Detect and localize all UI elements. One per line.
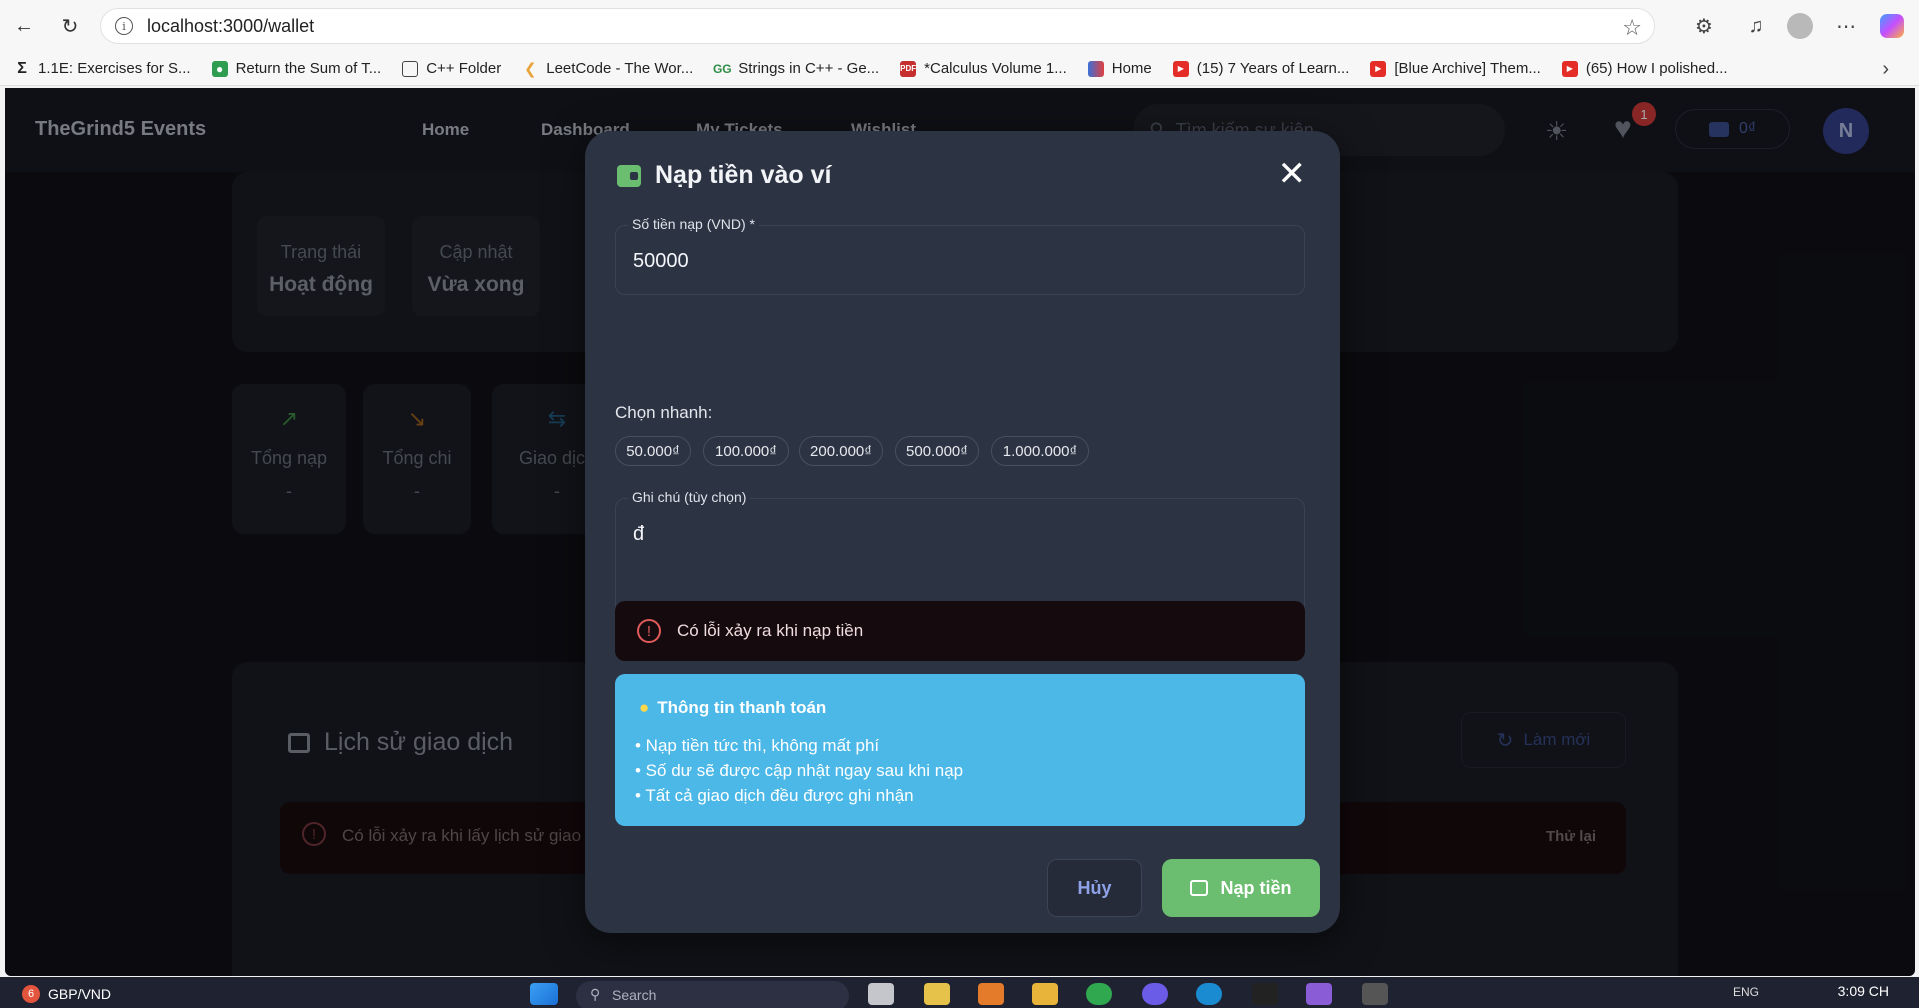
profile-icon[interactable] xyxy=(1786,12,1814,40)
quick-amount-chip[interactable]: 1.000.000₫ xyxy=(991,436,1089,466)
app-icon[interactable] xyxy=(1252,983,1278,1005)
leetcode-icon: ❮ xyxy=(523,60,537,78)
youtube-icon: ▶ xyxy=(1172,60,1189,77)
note-label: Ghi chú (tùy chọn) xyxy=(628,489,751,505)
payment-info-box: ● Thông tin thanh toán • Nạp tiền tức th… xyxy=(615,674,1305,826)
bookmark-item[interactable]: ▶ (65) How I polished... xyxy=(1561,60,1728,77)
reload-icon[interactable]: ↻ xyxy=(56,12,84,40)
youtube-icon: ▶ xyxy=(1370,60,1387,77)
bookmark-item[interactable]: ❮ LeetCode - The Wor... xyxy=(522,60,693,78)
weather-widget[interactable]: 6 GBP/VND xyxy=(22,985,111,1003)
wallet-icon xyxy=(617,164,641,187)
bookmark-item[interactable]: Σ 1.1E: Exercises for S... xyxy=(14,59,190,78)
clock[interactable]: 3:09 CH xyxy=(1838,983,1889,999)
sigma-icon: Σ xyxy=(17,59,27,77)
discord-icon[interactable] xyxy=(1142,983,1168,1005)
notification-badge: 6 xyxy=(22,985,40,1003)
close-icon[interactable]: ✕ xyxy=(1278,157,1307,191)
site-icon: ● xyxy=(211,60,228,77)
bookmarks-bar: Σ 1.1E: Exercises for S... ● Return the Su… xyxy=(0,52,1919,86)
extensions-icon[interactable]: ⚙ xyxy=(1690,12,1718,40)
taskbar-search[interactable]: ⚲ Search xyxy=(576,981,849,1008)
quick-select-label: Chọn nhanh: xyxy=(615,403,713,422)
site-info-icon[interactable]: i xyxy=(115,17,133,35)
home-site-icon xyxy=(1087,60,1104,77)
info-line: • Số dư sẽ được cập nhật ngay sau khi nạ… xyxy=(635,761,964,780)
chrome-icon[interactable] xyxy=(1086,983,1112,1005)
copilot-icon[interactable] xyxy=(1878,12,1906,40)
amount-field[interactable]: Số tiền nạp (VND) * 50000 xyxy=(615,216,1305,295)
wallet-icon xyxy=(1190,880,1209,896)
note-value[interactable]: đ xyxy=(633,523,644,546)
app-viewport: TheGrind5 Events Home Dashboard My Ticke… xyxy=(5,88,1915,976)
more-menu-icon[interactable]: ⋯ xyxy=(1832,12,1860,40)
deposit-modal: Nạp tiền vào ví ✕ Số tiền nạp (VND) * 50… xyxy=(585,131,1340,933)
gfg-icon: GG xyxy=(712,61,732,76)
app-icon[interactable] xyxy=(924,983,950,1005)
bookmark-item[interactable]: GG Strings in C++ - Ge... xyxy=(712,60,879,77)
app-icon[interactable] xyxy=(868,983,894,1005)
deposit-submit-button[interactable]: Nạp tiền xyxy=(1162,859,1320,917)
amount-label: Số tiền nạp (VND) * xyxy=(628,216,759,232)
bookmark-item[interactable]: C++ Folder xyxy=(402,60,501,77)
visual-studio-icon[interactable] xyxy=(1306,983,1332,1005)
back-icon[interactable]: ← xyxy=(10,12,38,40)
cancel-button[interactable]: Hủy xyxy=(1047,859,1142,917)
taskbar: 6 GBP/VND ⚲ Search ENG 3:09 CH xyxy=(0,977,1919,1008)
language-indicator[interactable]: ENG xyxy=(1733,985,1759,999)
folder-icon[interactable] xyxy=(1032,983,1058,1005)
terminal-icon[interactable] xyxy=(1362,983,1388,1005)
youtube-icon: ▶ xyxy=(1561,60,1578,77)
bookmark-item[interactable]: PDF *Calculus Volume 1... xyxy=(900,60,1067,77)
edge-icon[interactable] xyxy=(1196,983,1222,1005)
url-text: localhost:3000/wallet xyxy=(147,15,315,36)
bookmark-item[interactable]: ● Return the Sum of T... xyxy=(211,60,381,77)
chevron-right-icon[interactable]: › xyxy=(1882,58,1889,81)
info-line: • Nạp tiền tức thì, không mất phí xyxy=(635,736,880,755)
quick-amount-chip[interactable]: 200.000₫ xyxy=(799,436,883,466)
error-icon: ! xyxy=(637,619,661,643)
address-bar[interactable]: i localhost:3000/wallet ☆ xyxy=(100,8,1655,44)
bookmark-item[interactable]: ▶ (15) 7 Years of Learn... xyxy=(1172,60,1349,77)
windows-start-icon[interactable] xyxy=(530,983,558,1005)
modal-title: Nạp tiền vào ví xyxy=(617,161,831,190)
quick-amount-chip[interactable]: 100.000₫ xyxy=(703,436,789,466)
info-title: ● Thông tin thanh toán xyxy=(639,698,827,717)
search-icon: ⚲ xyxy=(590,986,601,1002)
quick-amount-chip[interactable]: 50.000₫ xyxy=(615,436,691,466)
folder-icon xyxy=(402,60,419,77)
info-line: • Tất cả giao dịch đều được ghi nhận xyxy=(635,786,914,805)
quick-amount-chip[interactable]: 500.000₫ xyxy=(895,436,979,466)
deposit-error-alert: ! Có lỗi xảy ra khi nạp tiền xyxy=(615,601,1305,661)
amount-value[interactable]: 50000 xyxy=(633,250,689,273)
lightbulb-icon: ● xyxy=(639,698,650,717)
bookmark-star-icon[interactable]: ☆ xyxy=(1622,15,1642,41)
pdf-icon: PDF xyxy=(900,60,917,77)
app-icon[interactable] xyxy=(978,983,1004,1005)
bookmark-item[interactable]: ▶ [Blue Archive] Them... xyxy=(1370,60,1541,77)
bookmark-item[interactable]: Home xyxy=(1087,60,1152,77)
browser-toolbar: ← ↻ i localhost:3000/wallet ☆ ⚙ ♫ ⋯ xyxy=(0,0,1919,52)
media-icon[interactable]: ♫ xyxy=(1742,12,1770,40)
ticker-text: GBP/VND xyxy=(48,986,112,1002)
